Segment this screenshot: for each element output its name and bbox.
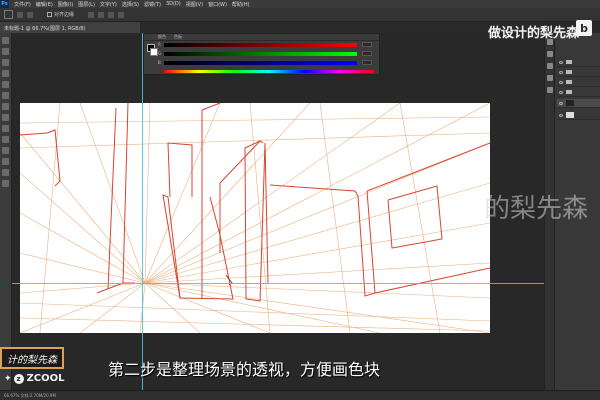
perspective-grid xyxy=(20,103,490,333)
blue-value-field[interactable] xyxy=(362,60,372,65)
tab-swatches[interactable]: 色板 xyxy=(174,34,182,40)
align-edges-checkbox[interactable] xyxy=(47,12,52,17)
align-edges-label: 对齐边缘 xyxy=(54,12,75,18)
folder-icon xyxy=(566,60,572,64)
green-value-field[interactable] xyxy=(362,51,372,56)
eraser-tool-icon[interactable] xyxy=(2,125,9,132)
stamp-tool-icon[interactable] xyxy=(2,114,9,121)
folder-icon xyxy=(566,80,572,84)
folder-icon xyxy=(566,90,572,94)
menu-file[interactable]: 文件(F) xyxy=(14,1,31,8)
menu-filter[interactable]: 滤镜(T) xyxy=(144,1,161,8)
menu-image[interactable]: 图像(I) xyxy=(58,1,73,8)
red-label: R xyxy=(158,42,161,47)
zoom-tool-icon[interactable] xyxy=(2,180,9,187)
visibility-eye-icon[interactable] xyxy=(559,113,563,117)
visibility-eye-icon[interactable] xyxy=(559,60,563,64)
folder-icon xyxy=(566,70,572,74)
gradient-tool-icon[interactable] xyxy=(2,136,9,143)
layer-row-selected[interactable] xyxy=(557,99,600,108)
zcool-label: ZCOOL xyxy=(26,373,65,384)
menu-help[interactable]: 帮助(H) xyxy=(232,1,250,8)
menu-bar: Ps 文件(F) 编辑(E) 图像(I) 图层(L) 文字(Y) 选择(S) 滤… xyxy=(0,0,600,8)
magic-wand-tool-icon[interactable] xyxy=(2,70,9,77)
layer-row[interactable] xyxy=(557,78,600,87)
adjustments-icon[interactable] xyxy=(546,75,553,81)
menu-view[interactable]: 视图(V) xyxy=(186,1,203,8)
visibility-eye-icon[interactable] xyxy=(559,101,563,105)
option-icon[interactable] xyxy=(98,11,105,18)
channels-icon[interactable] xyxy=(546,87,553,93)
red-value-field[interactable] xyxy=(362,42,372,47)
properties-icon[interactable] xyxy=(546,51,553,57)
option-icon[interactable] xyxy=(17,11,23,18)
perspective-sketch xyxy=(20,103,490,333)
type-tool-icon[interactable] xyxy=(2,158,9,165)
layer-row[interactable] xyxy=(557,58,600,67)
layer-row[interactable] xyxy=(557,111,600,120)
layer-thumbnail xyxy=(566,100,574,106)
layer-row[interactable] xyxy=(557,68,600,77)
green-slider[interactable] xyxy=(164,52,357,56)
blue-slider[interactable] xyxy=(164,61,357,65)
brush-panel-icon[interactable] xyxy=(546,63,553,69)
menu-type[interactable]: 文字(Y) xyxy=(100,1,117,8)
marquee-tool-icon[interactable] xyxy=(2,48,9,55)
visibility-eye-icon[interactable] xyxy=(559,90,563,94)
menu-3d[interactable]: 3D(D) xyxy=(166,1,181,7)
options-bar: 对齐边缘 xyxy=(0,8,600,22)
pen-tool-icon[interactable] xyxy=(2,147,9,154)
visibility-eye-icon[interactable] xyxy=(559,70,563,74)
brand-watermark: 做设计的梨先森 xyxy=(488,26,580,41)
video-subtitle: 第二步是整理场景的透视，方便画色块 xyxy=(108,360,381,379)
eyedropper-tool-icon[interactable] xyxy=(2,92,9,99)
tab-bar xyxy=(140,22,540,33)
brand-logo-icon: b xyxy=(576,20,592,36)
move-tool-icon[interactable] xyxy=(2,37,9,44)
document-tab[interactable]: 未标题-1 @ 66.7%(图层 1, RGB/8) xyxy=(0,22,140,33)
red-slider[interactable] xyxy=(164,43,357,47)
blue-label: B xyxy=(158,60,161,65)
color-panel-tabs: 颜色 色板 xyxy=(144,34,379,41)
lasso-tool-icon[interactable] xyxy=(2,59,9,66)
zcool-badge-icon: z xyxy=(13,373,24,384)
menu-edit[interactable]: 编辑(E) xyxy=(36,1,53,8)
zcool-star-icon: ✦ xyxy=(4,373,12,384)
menu-select[interactable]: 选择(S) xyxy=(122,1,139,8)
menu-layer[interactable]: 图层(L) xyxy=(78,1,95,8)
crop-tool-icon[interactable] xyxy=(2,81,9,88)
menu-window[interactable]: 窗口(W) xyxy=(208,1,227,8)
layer-row[interactable] xyxy=(557,88,600,97)
green-label: G xyxy=(158,51,162,56)
option-icon[interactable] xyxy=(118,11,125,18)
zcool-logo: ✦ z ZCOOL xyxy=(4,373,65,384)
color-panel: 颜色 色板 R G B xyxy=(143,33,380,75)
option-icon[interactable] xyxy=(27,11,33,18)
option-icon[interactable] xyxy=(88,11,95,18)
background-swatch[interactable] xyxy=(150,48,158,56)
option-icon[interactable] xyxy=(108,11,115,18)
watermark-box: 计的梨先森 xyxy=(0,347,64,369)
status-bar: 66.67% 文档:2.70M/20.9M xyxy=(0,390,600,400)
photoshop-logo-icon: Ps xyxy=(0,0,9,8)
canvas-watermark: 的梨先森 xyxy=(484,194,589,224)
document-canvas[interactable] xyxy=(20,103,490,333)
vertical-guide[interactable] xyxy=(142,33,143,390)
hand-tool-icon[interactable] xyxy=(2,169,9,176)
horizontal-guide[interactable] xyxy=(12,283,544,284)
tab-color[interactable]: 颜色 xyxy=(158,34,166,40)
brush-tool-icon[interactable] xyxy=(2,103,9,110)
visibility-eye-icon[interactable] xyxy=(559,80,563,84)
layer-thumbnail xyxy=(566,112,574,118)
current-tool-icon[interactable] xyxy=(4,10,13,19)
tools-panel xyxy=(0,33,12,390)
color-spectrum[interactable] xyxy=(164,70,374,73)
